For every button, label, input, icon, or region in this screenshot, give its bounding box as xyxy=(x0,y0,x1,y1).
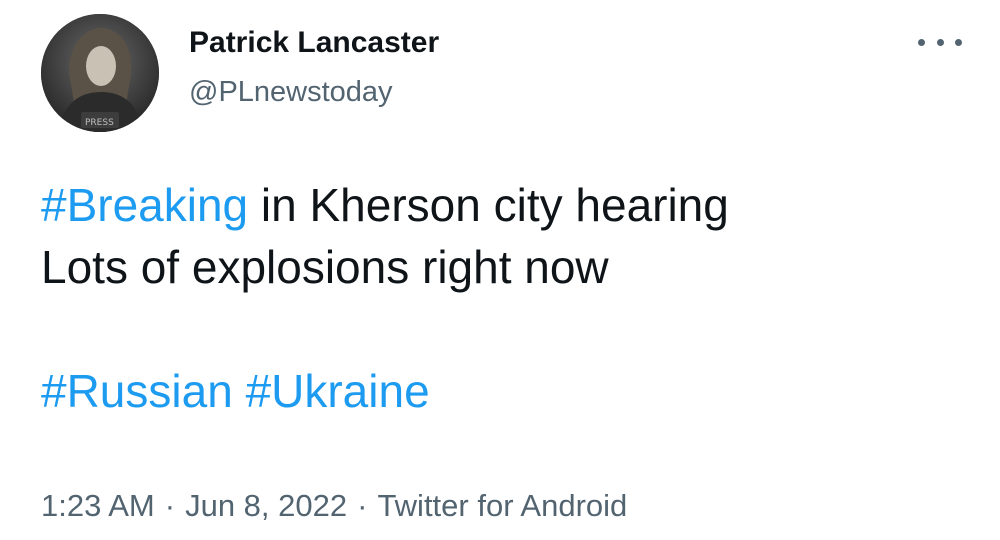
hashtag-link[interactable]: #Russian xyxy=(41,365,233,417)
hashtag-link[interactable]: #Breaking xyxy=(41,179,248,231)
more-horizontal-icon-dot xyxy=(955,38,962,46)
profile-photo-icon: PRESS xyxy=(41,14,159,132)
separator: · xyxy=(357,488,368,523)
tweet-source[interactable]: Twitter for Android xyxy=(377,488,627,523)
tweet-hashtag-line: #Russian #Ukraine xyxy=(41,360,941,422)
tweet-line-1: #Breaking in Kherson city hearing xyxy=(41,174,941,236)
tweet-time[interactable]: 1:23 AM xyxy=(41,488,155,523)
tweet-date[interactable]: Jun 8, 2022 xyxy=(185,488,347,523)
avatar[interactable]: PRESS xyxy=(41,14,159,132)
tweet-metadata: 1:23 AM · Jun 8, 2022 · Twitter for Android xyxy=(41,488,627,524)
svg-text:PRESS: PRESS xyxy=(85,118,114,128)
tweet-text: #Breaking in Kherson city hearing Lots o… xyxy=(41,174,941,422)
more-horizontal-icon xyxy=(918,38,925,46)
author-display-name[interactable]: Patrick Lancaster xyxy=(189,26,439,60)
separator: · xyxy=(164,488,176,523)
more-options-button[interactable] xyxy=(918,30,962,54)
tweet-line-2: Lots of explosions right now xyxy=(41,241,609,293)
author-handle[interactable]: @PLnewstoday xyxy=(189,76,393,109)
hashtag-link[interactable]: #Ukraine xyxy=(246,365,430,417)
more-horizontal-icon-dot xyxy=(936,38,944,46)
tweet-text-segment: in Kherson city hearing xyxy=(248,179,729,231)
